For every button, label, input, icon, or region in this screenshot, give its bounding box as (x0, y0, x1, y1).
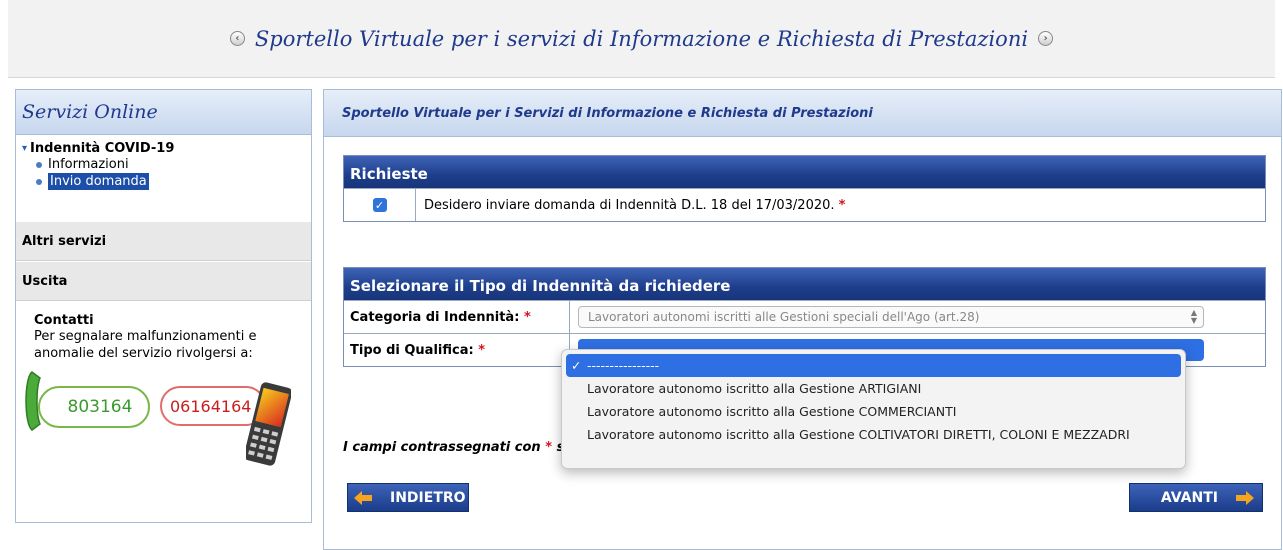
requests-row: ✓ Desidero inviare domanda di Indennità … (344, 188, 1265, 221)
request-label: Desidero inviare domanda di Indennità D.… (416, 198, 845, 213)
sidebar-section-title[interactable]: ▾ Indennità COVID-19 (22, 141, 311, 156)
sidebar-section-covid: ▾ Indennità COVID-19 Informazioni Invio … (16, 135, 311, 221)
request-label-text: Desidero inviare domanda di Indennità D.… (424, 197, 835, 213)
sidebar-section-label: Indennità COVID-19 (30, 141, 175, 156)
bullet-icon (36, 161, 42, 168)
request-checkbox[interactable]: ✓ (372, 198, 387, 212)
chevron-down-icon: ▾ (22, 143, 28, 154)
back-button[interactable]: INDIETRO (347, 483, 469, 512)
qualifica-label-text: Tipo di Qualifica: (350, 342, 474, 358)
sidebar: Servizi Online ▾ Indennità COVID-19 Info… (15, 89, 312, 523)
main-panel: Sportello Virtuale per i Servizi di Info… (323, 89, 1282, 550)
dropdown-option-label: Lavoratore autonomo iscritto alla Gestio… (587, 404, 957, 419)
next-arrow-icon[interactable]: › (1038, 31, 1054, 46)
dropdown-option-label: ---------------- (587, 358, 660, 373)
dropdown-option[interactable]: Lavoratore autonomo iscritto alla Gestio… (562, 400, 1185, 423)
category-select-value: Lavoratori autonomi iscritti alle Gestio… (588, 310, 980, 324)
back-button-label: INDIETRO (390, 489, 466, 506)
contacts-title: Contatti (34, 313, 94, 328)
phone-handset-icon (25, 371, 41, 431)
requests-section: Richieste ✓ Desidero inviare domanda di … (343, 155, 1266, 222)
main-header: Sportello Virtuale per i Servizi di Info… (324, 90, 1281, 137)
prev-arrow-icon[interactable]: ‹ (229, 31, 245, 46)
arrow-left-icon (354, 490, 372, 505)
category-select[interactable]: Lavoratori autonomi iscritti alle Gestio… (578, 306, 1204, 328)
sidebar-link-invio-domanda[interactable]: Invio domanda (36, 173, 311, 190)
sidebar-title: Servizi Online (22, 101, 158, 123)
phone-contacts: 803164 06164164 (16, 362, 311, 482)
required-footnote: I campi contrassegnati con * s (343, 440, 564, 455)
mobile-phone-icon (246, 382, 291, 466)
category-label-text: Categoria di Indennità: (350, 309, 520, 325)
category-row: Categoria di Indennità: * Lavoratori aut… (344, 300, 1265, 333)
footnote-required-mark: * (545, 440, 553, 455)
next-button[interactable]: AVANTI (1129, 483, 1263, 512)
sidebar-link-label: Invio domanda (48, 173, 149, 190)
page-title: Sportello Virtuale per i servizi di Info… (254, 26, 1029, 51)
qualifica-dropdown-list: ✓ ---------------- Lavoratore autonomo i… (561, 349, 1186, 469)
dropdown-option[interactable]: Lavoratore autonomo iscritto alla Gestio… (562, 423, 1185, 446)
category-value-cell: Lavoratori autonomi iscritti alle Gestio… (570, 301, 1265, 333)
contacts-text: Per segnalare malfunzionamenti e anomali… (34, 329, 257, 361)
sidebar-link-informazioni[interactable]: Informazioni (36, 156, 311, 173)
main-header-title: Sportello Virtuale per i Servizi di Info… (342, 105, 873, 121)
required-mark: * (523, 309, 531, 325)
required-mark: * (478, 342, 486, 358)
arrow-right-icon (1236, 490, 1254, 505)
landline-phone: 803164 (22, 370, 150, 432)
select-stepper-icon: ▲ ▼ (1190, 308, 1197, 325)
sidebar-item-label: Uscita (22, 273, 68, 289)
dropdown-option-label: Lavoratore autonomo iscritto alla Gestio… (587, 427, 1130, 442)
sidebar-link-label: Informazioni (48, 157, 129, 172)
required-mark: * (838, 197, 846, 213)
sidebar-item-label: Altri servizi (22, 233, 107, 249)
footnote-text: I campi contrassegnati con (343, 440, 541, 455)
bullet-icon (36, 178, 42, 185)
qualifica-label: Tipo di Qualifica: * (344, 334, 570, 366)
category-label: Categoria di Indennità: * (344, 301, 570, 333)
sidebar-item-altri-servizi[interactable]: Altri servizi (16, 221, 311, 261)
requests-title: Richieste (344, 156, 1265, 188)
sidebar-header: Servizi Online (16, 90, 311, 135)
contacts-box: Contatti Per segnalare malfunzionamenti … (16, 301, 311, 362)
next-button-label: AVANTI (1160, 489, 1218, 506)
selection-title: Selezionare il Tipo di Indennità da rich… (344, 268, 1265, 300)
dropdown-option-label: Lavoratore autonomo iscritto alla Gestio… (587, 381, 922, 396)
dropdown-option[interactable]: Lavoratore autonomo iscritto alla Gestio… (562, 377, 1185, 400)
checkmark-icon: ✓ (571, 358, 582, 373)
request-checkbox-cell: ✓ (344, 189, 416, 221)
sidebar-item-uscita[interactable]: Uscita (16, 261, 311, 301)
dropdown-option[interactable]: ✓ ---------------- (566, 354, 1181, 377)
top-banner: ‹ Sportello Virtuale per i servizi di In… (8, 0, 1275, 78)
